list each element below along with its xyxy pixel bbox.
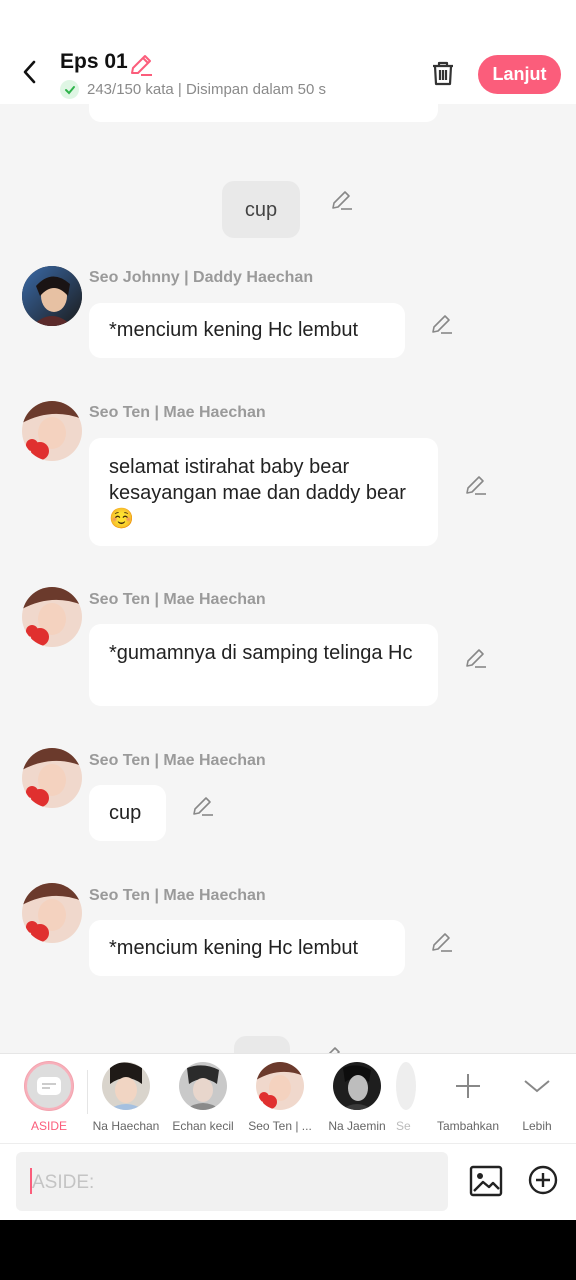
avatar[interactable] — [22, 883, 82, 943]
message-text: *gumamnya di samping telinga Hc — [109, 642, 413, 664]
sender-name: Seo Ten | Mae Haechan — [89, 752, 266, 769]
edit-title-icon[interactable] — [128, 52, 154, 78]
character-partial[interactable]: Se — [396, 1062, 416, 1133]
edit-message-icon[interactable] — [430, 312, 454, 336]
avatar[interactable] — [22, 748, 82, 808]
character-seo-ten[interactable]: Seo Ten | ... — [242, 1062, 318, 1133]
add-label: Tambahkan — [436, 1119, 500, 1133]
edit-message-icon[interactable] — [330, 188, 354, 212]
character-label: Na Haechan — [92, 1119, 160, 1133]
plus-circle-icon — [528, 1165, 558, 1195]
chevron-down-icon — [513, 1062, 561, 1110]
sender-name: Seo Ten | Mae Haechan — [89, 887, 266, 904]
message-bubble-partial — [89, 104, 438, 122]
delete-button[interactable] — [428, 58, 458, 88]
message-text: *mencium kening Hc lembut — [109, 937, 358, 959]
sender-name: Seo Johnny | Daddy Haechan — [89, 269, 314, 286]
avatar[interactable] — [22, 401, 82, 461]
character-label: Seo Ten | ... — [248, 1119, 312, 1133]
more-button[interactable]: Lebih — [499, 1062, 575, 1133]
back-button[interactable] — [14, 56, 46, 88]
character-label: Echan kecil — [172, 1119, 234, 1133]
edit-message-icon[interactable] — [191, 794, 215, 818]
add-more-button[interactable] — [527, 1164, 559, 1196]
avatar — [333, 1062, 381, 1110]
aside-text: cup — [244, 198, 278, 221]
plus-icon — [444, 1062, 492, 1110]
top-bar: Eps 01 243/150 kata | Disimpan dalam 50 … — [0, 0, 576, 104]
avatar — [396, 1062, 416, 1110]
character-na-haechan[interactable]: Na Haechan — [88, 1062, 164, 1133]
edit-message-icon[interactable] — [464, 646, 488, 670]
message-text: cup — [109, 802, 142, 824]
character-label: Na Jaemin — [328, 1119, 386, 1133]
avatar — [179, 1062, 227, 1110]
word-count-text: 243/150 kata | Disimpan dalam 50 s — [87, 81, 327, 98]
message-bubble[interactable]: *gumamnya di samping telinga Hc — [89, 624, 438, 706]
character-na-jaemin[interactable]: Na Jaemin — [319, 1062, 395, 1133]
system-navigation-bar — [0, 1220, 576, 1280]
character-selector: ASIDE Na Haechan Echan kecil Seo Ten | .… — [0, 1053, 576, 1143]
aside-bubble-partial[interactable] — [234, 1036, 290, 1054]
message-text: *mencium kening Hc lembut — [109, 319, 358, 341]
character-label: Se — [396, 1119, 411, 1133]
check-icon — [60, 80, 79, 99]
message-bubble[interactable]: selamat istirahat baby bear kesayangan m… — [89, 438, 438, 546]
character-aside[interactable]: ASIDE — [11, 1062, 87, 1133]
avatar — [256, 1062, 304, 1110]
add-character-button[interactable]: Tambahkan — [430, 1062, 506, 1133]
chat-area[interactable]: cup Seo Johnny | Daddy Haechan *mencium … — [0, 104, 576, 1054]
message-bubble[interactable]: *mencium kening Hc lembut — [89, 920, 405, 976]
chevron-left-icon — [23, 60, 36, 84]
edit-message-icon[interactable] — [430, 930, 454, 954]
character-echan-kecil[interactable]: Echan kecil — [165, 1062, 241, 1133]
message-text: selamat istirahat baby bear kesayangan m… — [109, 456, 406, 530]
sender-name: Seo Ten | Mae Haechan — [89, 591, 266, 608]
text-caret — [30, 1168, 32, 1194]
image-icon — [469, 1165, 503, 1197]
next-button[interactable]: Lanjut — [478, 55, 561, 94]
more-label: Lebih — [522, 1119, 552, 1133]
insert-image-button[interactable] — [469, 1164, 503, 1198]
message-composer: ASIDE: — [0, 1143, 576, 1220]
episode-title: Eps 01 — [60, 50, 128, 73]
character-label: ASIDE — [30, 1119, 67, 1133]
save-status: 243/150 kata | Disimpan dalam 50 s — [60, 80, 326, 99]
aside-bubble[interactable]: cup — [222, 181, 300, 238]
message-input[interactable]: ASIDE: — [16, 1152, 448, 1211]
edit-message-icon[interactable] — [464, 473, 488, 497]
avatar — [102, 1062, 150, 1110]
avatar[interactable] — [22, 266, 82, 326]
avatar[interactable] — [22, 587, 82, 647]
trash-icon — [433, 61, 453, 86]
message-bubble[interactable]: cup — [89, 785, 166, 841]
aside-icon — [25, 1062, 73, 1110]
input-placeholder: ASIDE: — [32, 1172, 95, 1193]
sender-name: Seo Ten | Mae Haechan — [89, 404, 266, 421]
message-bubble[interactable]: *mencium kening Hc lembut — [89, 303, 405, 358]
